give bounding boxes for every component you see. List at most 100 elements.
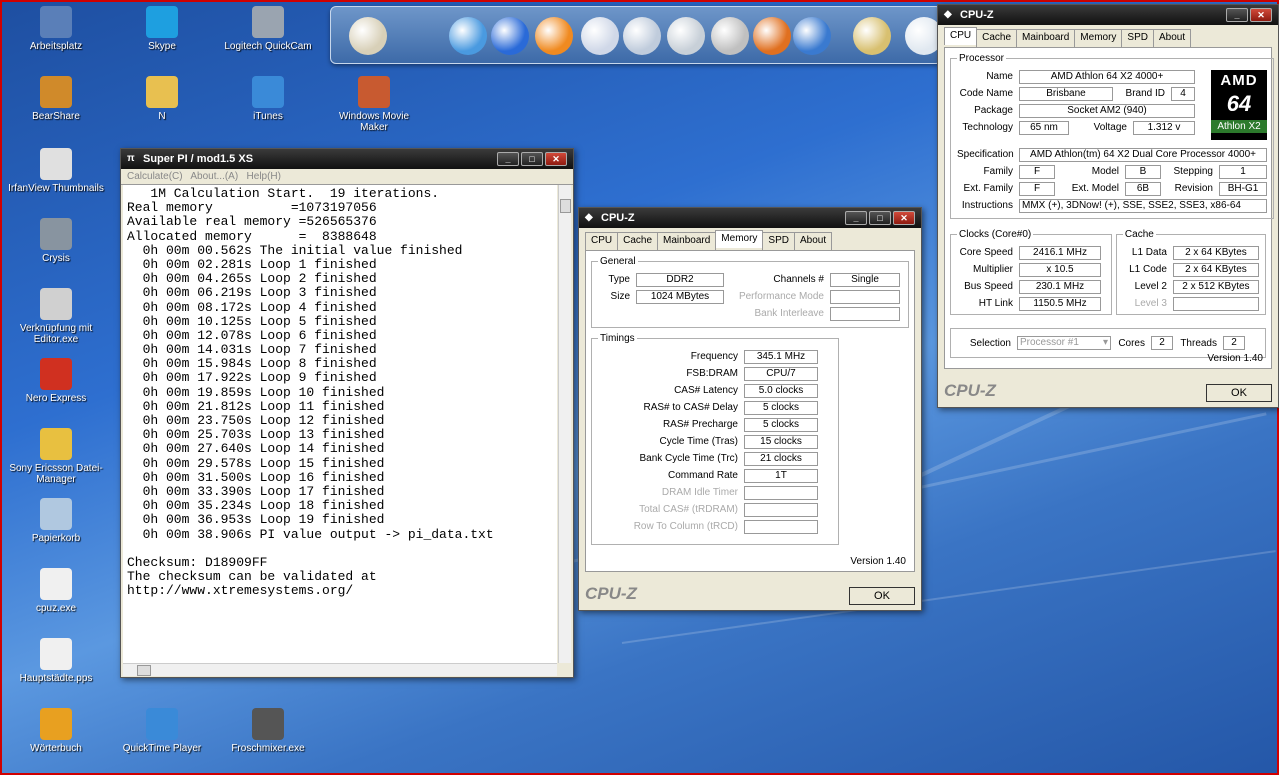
drive-icon[interactable] <box>711 17 749 55</box>
timing-label: Total CAS# (tRDRAM) <box>639 504 738 515</box>
close-button[interactable]: ✕ <box>545 152 567 166</box>
tab-memory[interactable]: Memory <box>1074 29 1123 47</box>
tab-cpu[interactable]: CPU <box>944 27 978 45</box>
tab-spd[interactable]: SPD <box>1121 29 1154 47</box>
close-button[interactable]: ✕ <box>893 211 915 225</box>
general-group: General Type DDR2 Channels # Single Size… <box>591 256 909 328</box>
tab-cache[interactable]: Cache <box>976 29 1018 47</box>
desktop-icon[interactable]: Sony Ericsson Datei-Manager <box>8 428 104 485</box>
firefox-icon[interactable] <box>753 17 791 55</box>
tab-cache[interactable]: Cache <box>617 232 659 250</box>
desktop-icon[interactable]: Nero Express <box>8 358 104 404</box>
vertical-scrollbar[interactable] <box>558 185 571 663</box>
desktop-icon[interactable]: Windows Movie Maker <box>326 76 422 133</box>
cpuz-memory-window: ◆ CPU-Z _ □ ✕ CPU Cache Mainboard Memory SPD… <box>578 207 922 611</box>
media-player-icon[interactable] <box>491 17 529 55</box>
console-line: 0h 00m 36.953s Loop 19 finished <box>127 512 385 528</box>
desktop-icon[interactable]: Froschmixer.exe <box>220 708 316 754</box>
channels-value: Single <box>830 272 900 287</box>
folder-icon <box>146 76 178 108</box>
desktop-icon[interactable]: IrfanView Thumbnails <box>8 148 104 194</box>
specification-label: Specification <box>957 149 1014 160</box>
minimize-button[interactable]: _ <box>845 211 867 225</box>
ok-button[interactable]: OK <box>1206 384 1272 402</box>
scroll-thumb[interactable] <box>137 665 151 676</box>
technology-label: Technology <box>962 122 1013 133</box>
timing-label: Frequency <box>690 351 738 362</box>
desktop-icon[interactable]: Hauptstädte.pps <box>8 638 104 684</box>
tab-mainboard[interactable]: Mainboard <box>1016 29 1076 47</box>
console-line: Available real memory =526565376 <box>127 214 377 230</box>
codename-value: Brisbane <box>1019 86 1113 101</box>
menu-help[interactable]: Help(H) <box>247 171 281 182</box>
utilities-icon[interactable] <box>349 17 387 55</box>
cpuz-memory-titlebar[interactable]: ◆ CPU-Z _ □ ✕ <box>579 208 921 228</box>
desktop-icon[interactable]: Wörterbuch <box>8 708 104 754</box>
network-folder-icon[interactable] <box>623 17 661 55</box>
desktop-icon[interactable]: BearShare <box>8 76 104 122</box>
tab-about[interactable]: About <box>1152 29 1192 47</box>
nero-icon <box>40 358 72 390</box>
superpi-output[interactable]: 1M Calculation Start. 19 iterations. Real… <box>123 185 557 663</box>
console-line: 0h 00m 38.906s PI value output -> pi_dat… <box>127 526 494 542</box>
folder-dock-icon[interactable] <box>581 17 619 55</box>
ext-family-value: F <box>1019 181 1055 196</box>
threads-value: 2 <box>1223 336 1245 350</box>
horizontal-scrollbar[interactable] <box>123 663 557 676</box>
name-value: AMD Athlon 64 X2 4000+ <box>1019 69 1195 84</box>
desktop-icon[interactable]: Logitech QuickCam <box>220 6 316 52</box>
performance-mode-value <box>830 289 900 304</box>
superpi-titlebar[interactable]: π Super PI / mod1.5 XS _ □ ✕ <box>121 149 573 169</box>
desktop-icon[interactable]: iTunes <box>220 76 316 122</box>
tab-cpu[interactable]: CPU <box>585 232 619 250</box>
desktop-icon-label: IrfanView Thumbnails <box>8 183 104 194</box>
level-2-label: Level 2 <box>1134 281 1167 292</box>
cpuz-icon <box>40 568 72 600</box>
menu-about[interactable]: About...(A) <box>190 171 238 182</box>
processor-select[interactable]: Processor #1 ▾ <box>1017 336 1111 350</box>
itunes-dock-icon[interactable] <box>449 17 487 55</box>
dictionary-icon <box>40 708 72 740</box>
usb-drive-icon[interactable] <box>667 17 705 55</box>
timing-row: CAS# Latency 5.0 clocks <box>598 382 832 399</box>
menu-calculate[interactable]: Calculate(C) <box>127 171 183 182</box>
desktop-icon-label: Arbeitsplatz <box>29 41 83 52</box>
tab-about[interactable]: About <box>793 232 833 250</box>
ht-link-label: HT Link <box>978 298 1013 309</box>
desktop-icon[interactable]: N <box>114 76 210 122</box>
scroll-thumb[interactable] <box>560 199 571 213</box>
chevron-down-icon[interactable]: ▾ <box>1103 337 1108 349</box>
tab-spd[interactable]: SPD <box>762 232 795 250</box>
desktop-icon[interactable]: cpuz.exe <box>8 568 104 614</box>
desktop-icon[interactable]: Verknüpfung mit Editor.exe <box>8 288 104 345</box>
timing-label: CAS# Latency <box>674 385 738 396</box>
tools-icon[interactable] <box>853 17 891 55</box>
ok-button[interactable]: OK <box>849 587 915 605</box>
vlc-icon[interactable] <box>535 17 573 55</box>
close-button[interactable]: ✕ <box>1250 8 1272 22</box>
cpuz-cpu-titlebar[interactable]: ◆ CPU-Z _ ✕ <box>938 5 1278 25</box>
desktop-icon[interactable]: Arbeitsplatz <box>8 6 104 52</box>
minimize-button[interactable]: _ <box>497 152 519 166</box>
maximize-button[interactable]: □ <box>869 211 891 225</box>
tab-mainboard[interactable]: Mainboard <box>657 232 717 250</box>
console-line: 0h 00m 17.922s Loop 9 finished <box>127 370 377 386</box>
l1-data-value: 2 x 64 KBytes <box>1172 245 1259 260</box>
tab-memory[interactable]: Memory <box>715 230 764 248</box>
cpuz-title-icon: ◆ <box>585 212 593 223</box>
globe-icon[interactable] <box>793 17 831 55</box>
desktop-icon[interactable]: QuickTime Player <box>114 708 210 754</box>
maximize-button[interactable]: □ <box>521 152 543 166</box>
l1-code-label: L1 Code <box>1129 264 1167 275</box>
minimize-button[interactable]: _ <box>1226 8 1248 22</box>
desktop-icon[interactable]: Crysis <box>8 218 104 264</box>
panda-icon <box>40 148 72 180</box>
desktop-icon[interactable]: Papierkorb <box>8 498 104 544</box>
desktop-icon[interactable]: Skype <box>114 6 210 52</box>
cpuz-memory-version: Version 1.40 <box>850 556 906 567</box>
brandid-label: Brand ID <box>1125 88 1165 99</box>
level-3-label: Level 3 <box>1134 298 1167 309</box>
performance-mode-label: Performance Mode <box>738 291 824 302</box>
l1-code-value: 2 x 64 KBytes <box>1172 262 1259 277</box>
console-line: 0h 00m 33.390s Loop 17 finished <box>127 483 385 499</box>
